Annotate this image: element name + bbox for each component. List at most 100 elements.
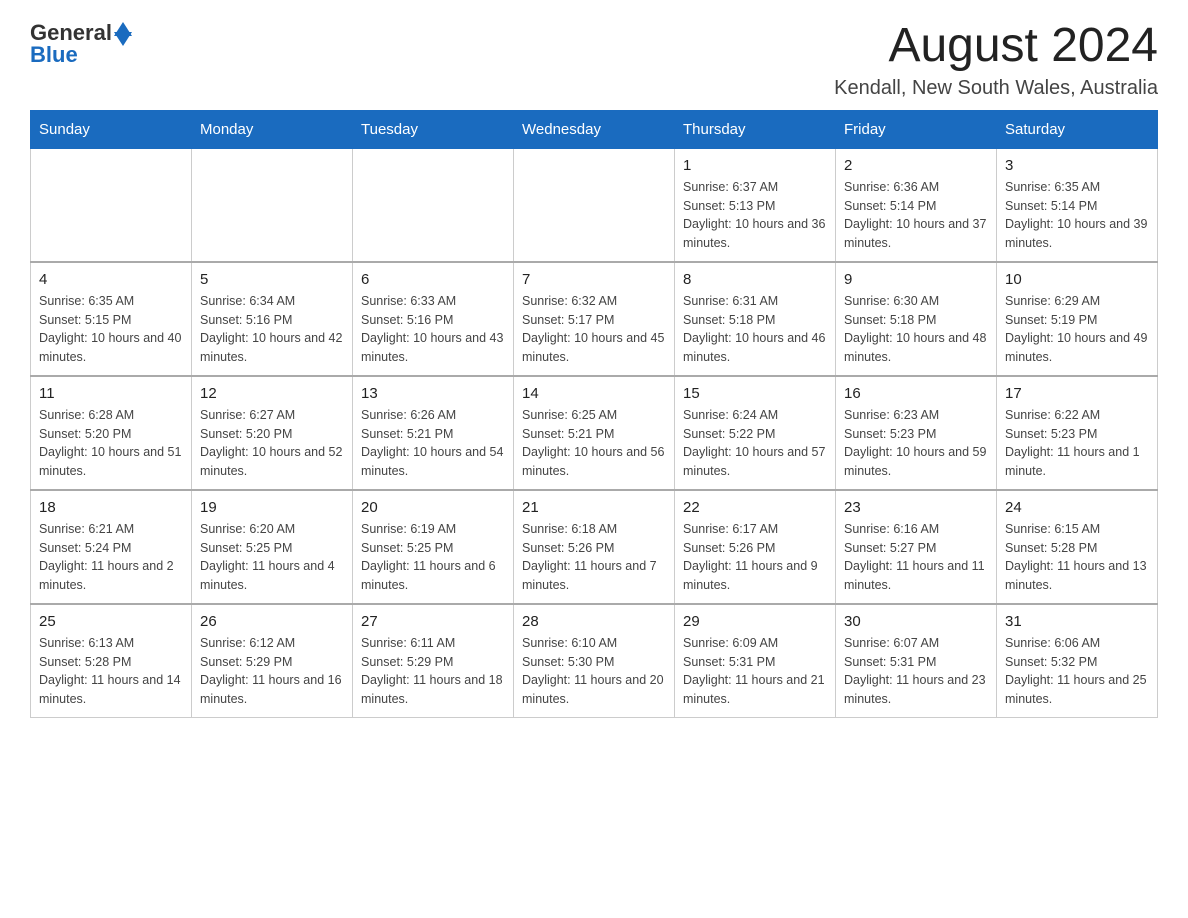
day-number: 13 [361,385,505,402]
day-number: 11 [39,385,183,402]
day-number: 26 [200,613,344,630]
day-number: 17 [1005,385,1149,402]
day-info: Sunrise: 6:19 AMSunset: 5:25 PMDaylight:… [361,520,505,595]
calendar-cell [31,148,192,262]
title-block: August 2024 Kendall, New South Wales, Au… [834,20,1158,100]
calendar-cell [353,148,514,262]
day-number: 9 [844,271,988,288]
calendar-cell: 27 Sunrise: 6:11 AMSunset: 5:29 PMDayligh… [353,604,514,718]
day-number: 24 [1005,499,1149,516]
day-number: 30 [844,613,988,630]
day-info: Sunrise: 6:16 AMSunset: 5:27 PMDaylight:… [844,520,988,595]
day-number: 28 [522,613,666,630]
day-number: 25 [39,613,183,630]
day-info: Sunrise: 6:20 AMSunset: 5:25 PMDaylight:… [200,520,344,595]
calendar-week-row-4: 18 Sunrise: 6:21 AMSunset: 5:24 PMDayligh… [31,490,1158,604]
calendar-cell: 5Sunrise: 6:34 AMSunset: 5:16 PMDaylight… [192,262,353,376]
calendar-cell: 13 Sunrise: 6:26 AMSunset: 5:21 PMDayligh… [353,376,514,490]
day-number: 7 [522,271,666,288]
day-number: 2 [844,157,988,174]
col-tuesday: Tuesday [353,110,514,148]
day-info: Sunrise: 6:11 AMSunset: 5:29 PMDaylight:… [361,634,505,709]
calendar-cell: 10 Sunrise: 6:29 AMSunset: 5:19 PMDayligh… [997,262,1158,376]
col-wednesday: Wednesday [514,110,675,148]
day-info: Sunrise: 6:35 AMSunset: 5:14 PMDaylight:… [1005,178,1149,253]
calendar-cell: 23Sunrise: 6:16 AMSunset: 5:27 PMDayligh… [836,490,997,604]
calendar-cell: 2 Sunrise: 6:36 AMSunset: 5:14 PMDaylight… [836,148,997,262]
calendar-cell: 29Sunrise: 6:09 AMSunset: 5:31 PMDayligh… [675,604,836,718]
calendar-cell: 6 Sunrise: 6:33 AMSunset: 5:16 PMDaylight… [353,262,514,376]
day-number: 16 [844,385,988,402]
day-number: 20 [361,499,505,516]
day-info: Sunrise: 6:23 AMSunset: 5:23 PMDaylight:… [844,406,988,481]
page-header: General Blue August 2024 Kendall, New So… [30,20,1158,100]
day-number: 8 [683,271,827,288]
calendar-cell [514,148,675,262]
col-sunday: Sunday [31,110,192,148]
day-info: Sunrise: 6:18 AMSunset: 5:26 PMDaylight:… [522,520,666,595]
month-year-title: August 2024 [834,20,1158,73]
calendar-cell: 14Sunrise: 6:25 AMSunset: 5:21 PMDayligh… [514,376,675,490]
col-saturday: Saturday [997,110,1158,148]
day-info: Sunrise: 6:31 AMSunset: 5:18 PMDaylight:… [683,292,827,367]
day-info: Sunrise: 6:29 AMSunset: 5:19 PMDaylight:… [1005,292,1149,367]
day-number: 21 [522,499,666,516]
day-number: 31 [1005,613,1149,630]
calendar-cell: 24 Sunrise: 6:15 AMSunset: 5:28 PMDayligh… [997,490,1158,604]
day-info: Sunrise: 6:30 AMSunset: 5:18 PMDaylight:… [844,292,988,367]
col-thursday: Thursday [675,110,836,148]
calendar-cell: 16 Sunrise: 6:23 AMSunset: 5:23 PMDayligh… [836,376,997,490]
day-info: Sunrise: 6:24 AMSunset: 5:22 PMDaylight:… [683,406,827,481]
calendar-table: Sunday Monday Tuesday Wednesday Thursday… [30,110,1158,718]
calendar-cell: 28 Sunrise: 6:10 AMSunset: 5:30 PMDayligh… [514,604,675,718]
calendar-cell: 15 Sunrise: 6:24 AMSunset: 5:22 PMDayligh… [675,376,836,490]
day-info: Sunrise: 6:28 AMSunset: 5:20 PMDaylight:… [39,406,183,481]
day-number: 3 [1005,157,1149,174]
day-info: Sunrise: 6:27 AMSunset: 5:20 PMDaylight:… [200,406,344,481]
calendar-cell: 4 Sunrise: 6:35 AMSunset: 5:15 PMDaylight… [31,262,192,376]
calendar-cell [192,148,353,262]
calendar-week-row-1: 1 Sunrise: 6:37 AMSunset: 5:13 PMDaylight… [31,148,1158,262]
day-info: Sunrise: 6:21 AMSunset: 5:24 PMDaylight:… [39,520,183,595]
day-info: Sunrise: 6:37 AMSunset: 5:13 PMDaylight:… [683,178,827,253]
day-number: 22 [683,499,827,516]
day-number: 27 [361,613,505,630]
calendar-cell: 3 Sunrise: 6:35 AMSunset: 5:14 PMDaylight… [997,148,1158,262]
calendar-cell: 31Sunrise: 6:06 AMSunset: 5:32 PMDayligh… [997,604,1158,718]
calendar-cell: 19 Sunrise: 6:20 AMSunset: 5:25 PMDayligh… [192,490,353,604]
day-info: Sunrise: 6:36 AMSunset: 5:14 PMDaylight:… [844,178,988,253]
logo: General Blue [30,20,132,68]
day-number: 4 [39,271,183,288]
calendar-cell: 11 Sunrise: 6:28 AMSunset: 5:20 PMDayligh… [31,376,192,490]
calendar-cell: 30Sunrise: 6:07 AMSunset: 5:31 PMDayligh… [836,604,997,718]
calendar-header-row: Sunday Monday Tuesday Wednesday Thursday… [31,110,1158,148]
day-number: 18 [39,499,183,516]
day-info: Sunrise: 6:26 AMSunset: 5:21 PMDaylight:… [361,406,505,481]
day-info: Sunrise: 6:35 AMSunset: 5:15 PMDaylight:… [39,292,183,367]
day-info: Sunrise: 6:32 AMSunset: 5:17 PMDaylight:… [522,292,666,367]
calendar-cell: 1 Sunrise: 6:37 AMSunset: 5:13 PMDaylight… [675,148,836,262]
calendar-cell: 21 Sunrise: 6:18 AMSunset: 5:26 PMDayligh… [514,490,675,604]
day-number: 15 [683,385,827,402]
day-number: 5 [200,271,344,288]
calendar-week-row-2: 4 Sunrise: 6:35 AMSunset: 5:15 PMDaylight… [31,262,1158,376]
day-info: Sunrise: 6:10 AMSunset: 5:30 PMDaylight:… [522,634,666,709]
calendar-cell: 17Sunrise: 6:22 AMSunset: 5:23 PMDayligh… [997,376,1158,490]
day-info: Sunrise: 6:17 AMSunset: 5:26 PMDaylight:… [683,520,827,595]
day-info: Sunrise: 6:15 AMSunset: 5:28 PMDaylight:… [1005,520,1149,595]
calendar-cell: 9 Sunrise: 6:30 AMSunset: 5:18 PMDaylight… [836,262,997,376]
calendar-cell: 20 Sunrise: 6:19 AMSunset: 5:25 PMDayligh… [353,490,514,604]
col-friday: Friday [836,110,997,148]
day-number: 6 [361,271,505,288]
day-number: 1 [683,157,827,174]
calendar-cell: 22 Sunrise: 6:17 AMSunset: 5:26 PMDayligh… [675,490,836,604]
calendar-cell: 12Sunrise: 6:27 AMSunset: 5:20 PMDayligh… [192,376,353,490]
day-number: 29 [683,613,827,630]
col-monday: Monday [192,110,353,148]
calendar-cell: 7 Sunrise: 6:32 AMSunset: 5:17 PMDaylight… [514,262,675,376]
calendar-week-row-3: 11 Sunrise: 6:28 AMSunset: 5:20 PMDayligh… [31,376,1158,490]
day-info: Sunrise: 6:33 AMSunset: 5:16 PMDaylight:… [361,292,505,367]
day-number: 10 [1005,271,1149,288]
day-number: 19 [200,499,344,516]
calendar-cell: 18 Sunrise: 6:21 AMSunset: 5:24 PMDayligh… [31,490,192,604]
